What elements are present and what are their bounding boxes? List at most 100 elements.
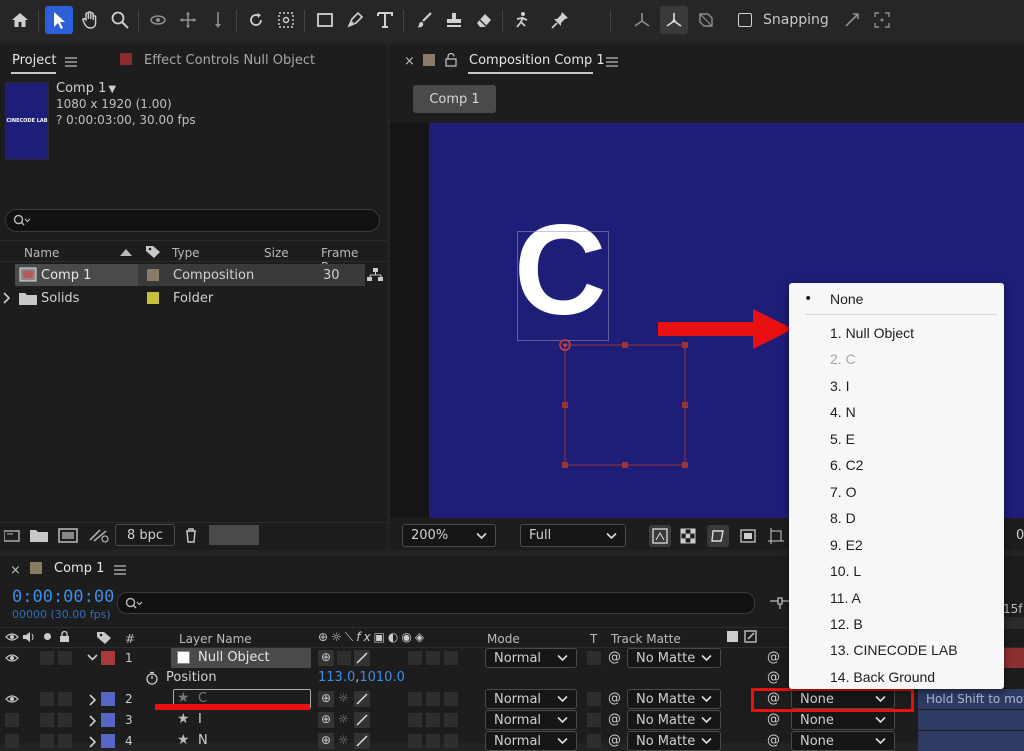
position-x[interactable]: 113.0 bbox=[318, 670, 355, 685]
tab-composition[interactable]: Composition Comp 1 bbox=[469, 53, 605, 68]
menu-item-b[interactable]: 12. B bbox=[830, 616, 863, 632]
quality-switch[interactable] bbox=[354, 712, 370, 728]
project-item-row[interactable]: Comp 1 Composition 30 bbox=[0, 264, 387, 286]
track-matte-dropdown[interactable]: No Matte bbox=[627, 710, 721, 730]
menu-item-n[interactable]: 4. N bbox=[830, 404, 856, 420]
null-object-handles[interactable] bbox=[550, 335, 690, 475]
color-swatch-box[interactable] bbox=[209, 525, 259, 545]
column-track-matte[interactable]: Track Matte bbox=[611, 632, 681, 646]
bpc-button[interactable]: 8 bpc bbox=[115, 524, 175, 546]
shy-switch[interactable]: ⊕ bbox=[318, 733, 334, 749]
comp-info-name[interactable]: Comp 1 ▼ bbox=[56, 81, 116, 96]
project-settings-icon[interactable] bbox=[88, 527, 110, 543]
layer-label-color[interactable] bbox=[101, 692, 115, 706]
stop-icon[interactable] bbox=[727, 631, 738, 642]
quality-switch[interactable] bbox=[354, 650, 370, 666]
parent-pickwhip-icon[interactable]: @ bbox=[767, 670, 780, 685]
stopwatch-icon[interactable] bbox=[145, 671, 159, 685]
new-composition-icon[interactable] bbox=[58, 528, 78, 543]
selection-tool-icon[interactable] bbox=[45, 6, 73, 34]
label-tag-icon[interactable] bbox=[145, 245, 161, 259]
column-type[interactable]: Type bbox=[172, 246, 200, 260]
parent-pickwhip-icon[interactable]: @ bbox=[767, 712, 780, 727]
timeline-search-input[interactable] bbox=[117, 592, 755, 614]
flowchart-icon[interactable] bbox=[367, 268, 383, 282]
layer-label-color[interactable] bbox=[101, 651, 115, 665]
panel-menu-icon[interactable] bbox=[114, 565, 126, 575]
menu-item-o[interactable]: 7. O bbox=[830, 484, 856, 500]
menu-item-e2[interactable]: 9. E2 bbox=[830, 537, 863, 553]
project-item-row[interactable]: Solids Folder bbox=[0, 287, 387, 309]
resolution-dropdown[interactable]: Full bbox=[520, 524, 626, 547]
solo-icon[interactable] bbox=[44, 633, 51, 640]
home-icon[interactable] bbox=[6, 6, 34, 34]
anchor-point-tool-icon[interactable] bbox=[272, 6, 300, 34]
close-icon[interactable]: × bbox=[10, 563, 21, 578]
mode-dropdown[interactable]: Normal bbox=[485, 710, 577, 730]
transparency-grid-icon[interactable] bbox=[680, 528, 696, 544]
shy-switch[interactable]: ⊕ bbox=[318, 650, 334, 666]
matte-icon[interactable] bbox=[744, 630, 758, 644]
snapping-checkbox[interactable] bbox=[738, 13, 752, 27]
zoom-dropdown[interactable]: 200% bbox=[402, 524, 496, 547]
menu-item-d[interactable]: 8. D bbox=[830, 510, 856, 526]
pickwhip-icon[interactable]: @ bbox=[608, 733, 621, 748]
position-value[interactable]: 113.0,1010.0 bbox=[318, 670, 405, 685]
shy-switch[interactable]: ⊕ bbox=[318, 691, 334, 707]
panel-menu-icon[interactable] bbox=[65, 57, 77, 67]
project-search-input[interactable] bbox=[5, 209, 380, 232]
position-y[interactable]: 1010.0 bbox=[359, 670, 405, 685]
mask-visibility-icon[interactable] bbox=[707, 525, 729, 547]
view-axis-icon[interactable] bbox=[692, 6, 720, 34]
trash-icon[interactable] bbox=[183, 527, 199, 543]
region-of-interest-icon[interactable] bbox=[740, 528, 756, 544]
parent-pickwhip-icon[interactable]: @ bbox=[767, 650, 780, 665]
lock-icon[interactable] bbox=[445, 53, 457, 67]
dolly-camera-icon[interactable] bbox=[204, 6, 232, 34]
menu-item-e[interactable]: 5. E bbox=[830, 431, 855, 447]
tab-timeline-comp[interactable]: Comp 1 bbox=[54, 561, 104, 576]
sort-ascending-icon[interactable] bbox=[120, 249, 132, 256]
menu-item-null-object[interactable]: 1. Null Object bbox=[830, 325, 914, 341]
chevron-right-icon[interactable] bbox=[89, 715, 97, 727]
audio-icon[interactable] bbox=[22, 631, 36, 643]
lock-icon[interactable] bbox=[59, 631, 70, 643]
hand-tool-icon[interactable] bbox=[76, 6, 104, 34]
grid-guides-icon[interactable] bbox=[768, 528, 784, 544]
pan-camera-icon[interactable] bbox=[174, 6, 202, 34]
layer-name[interactable]: N bbox=[198, 733, 208, 748]
snap-extend-icon[interactable] bbox=[838, 6, 866, 34]
chevron-down-icon[interactable] bbox=[87, 654, 98, 661]
quality-switch[interactable] bbox=[354, 691, 370, 707]
track-matte-dropdown[interactable]: No Matte bbox=[627, 689, 721, 709]
parent-pickwhip-icon[interactable]: @ bbox=[767, 733, 780, 748]
menu-item-i[interactable]: 3. I bbox=[830, 378, 849, 394]
comp-flowchart-icon[interactable] bbox=[770, 596, 790, 610]
chevron-right-icon[interactable] bbox=[3, 292, 11, 304]
label-swatch[interactable] bbox=[147, 292, 159, 304]
menu-item-back-ground[interactable]: 14. Back Ground bbox=[830, 669, 935, 685]
column-size[interactable]: Size bbox=[264, 246, 289, 260]
menu-item-cinecode-lab[interactable]: 13. CINECODE LAB bbox=[830, 642, 958, 658]
collapse-switch[interactable]: ☼ bbox=[338, 691, 349, 705]
eye-icon[interactable] bbox=[5, 653, 19, 663]
clone-stamp-tool-icon[interactable] bbox=[440, 6, 468, 34]
tab-project[interactable]: Project bbox=[12, 53, 56, 68]
rotate-tool-icon[interactable] bbox=[242, 6, 270, 34]
menu-item-a[interactable]: 11. A bbox=[830, 590, 861, 606]
pickwhip-icon[interactable]: @ bbox=[608, 691, 621, 706]
menu-item-l[interactable]: 10. L bbox=[830, 563, 861, 579]
tab-effect-controls[interactable]: Effect Controls Null Object bbox=[144, 53, 315, 68]
quality-switch[interactable] bbox=[354, 733, 370, 749]
layer-row[interactable]: 4 ★ N ⊕ ☼ Normal @ No Matte @ None bbox=[0, 731, 1024, 751]
chevron-right-icon[interactable] bbox=[89, 694, 97, 706]
type-tool-icon[interactable] bbox=[371, 6, 399, 34]
mode-dropdown[interactable]: Normal bbox=[485, 648, 577, 668]
eye-icon[interactable] bbox=[5, 632, 19, 642]
rectangle-tool-icon[interactable] bbox=[311, 6, 339, 34]
eye-icon[interactable] bbox=[5, 694, 19, 704]
eraser-tool-icon[interactable] bbox=[470, 6, 498, 34]
current-timecode[interactable]: 0:00:00:00 bbox=[12, 587, 114, 607]
layer-name[interactable]: Null Object bbox=[198, 650, 270, 665]
label-tag-icon[interactable] bbox=[96, 631, 112, 645]
